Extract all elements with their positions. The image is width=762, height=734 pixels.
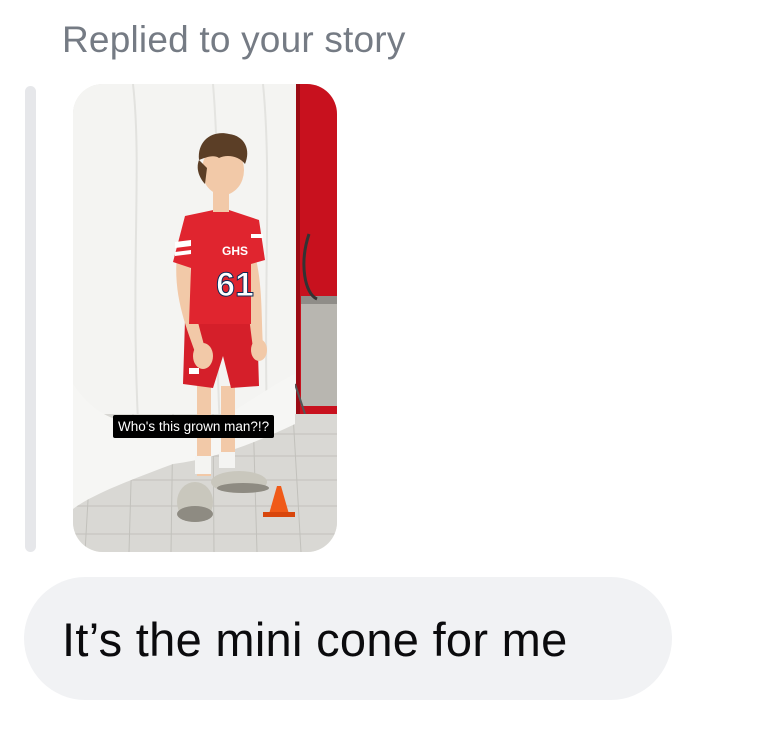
jersey-number: 61 bbox=[216, 266, 254, 304]
jersey-text: GHS bbox=[222, 244, 248, 258]
message-text: It’s the mini cone for me bbox=[62, 613, 568, 666]
story-preview[interactable]: GHS 61 Who's this grown man?!? bbox=[73, 84, 337, 552]
story-photo: GHS 61 bbox=[73, 84, 337, 552]
story-caption: Who's this grown man?!? bbox=[113, 415, 275, 438]
reply-label: Replied to your story bbox=[62, 19, 406, 60]
quote-bar bbox=[25, 86, 36, 552]
message-bubble[interactable]: It’s the mini cone for me bbox=[24, 577, 672, 700]
